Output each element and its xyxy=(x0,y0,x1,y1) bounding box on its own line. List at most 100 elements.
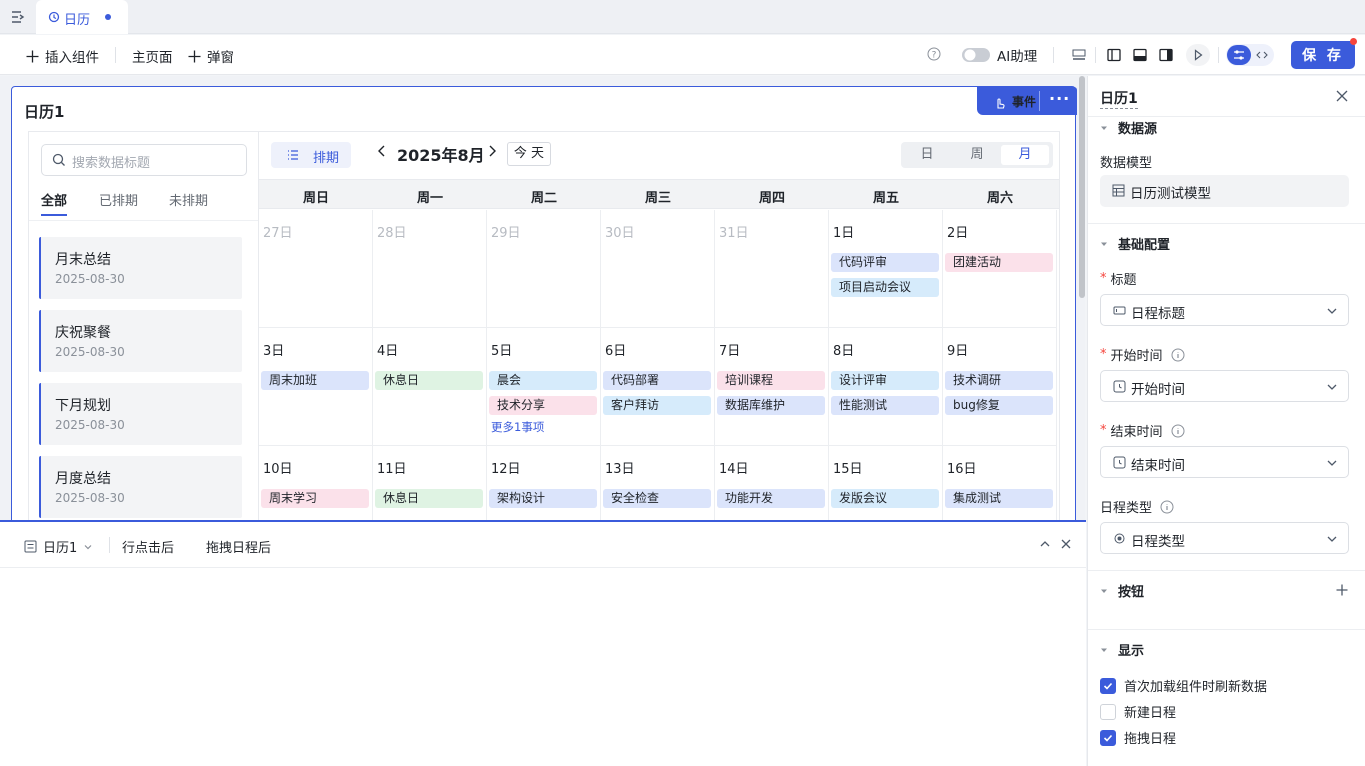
display-option-checkbox[interactable]: 新建日程 xyxy=(1100,702,1176,721)
calendar-event[interactable]: 培训课程 xyxy=(717,371,825,390)
insert-component-button[interactable]: 插入组件 xyxy=(26,46,99,66)
prev-month-button[interactable] xyxy=(377,144,387,158)
day-cell[interactable]: 28日 xyxy=(373,210,487,328)
collapse-icon[interactable] xyxy=(1039,538,1051,550)
right-panel-icon[interactable] xyxy=(1158,47,1174,63)
day-cell[interactable]: 5日 晨会 技术分享 更多1事项 xyxy=(487,328,601,446)
list-item[interactable]: 下月规划 2025-08-30 xyxy=(39,383,242,445)
calendar-event[interactable]: 代码评审 xyxy=(831,253,939,272)
calendar-event[interactable]: 客户拜访 xyxy=(603,396,711,415)
display-option-checkbox[interactable]: 拖拽日程 xyxy=(1100,728,1176,747)
more-events-link[interactable]: 更多1事项 xyxy=(491,419,544,435)
section-display[interactable]: 显示 xyxy=(1100,640,1144,659)
day-cell[interactable]: 12日 架构设计 xyxy=(487,446,601,520)
today-button[interactable]: 今 天 xyxy=(507,142,551,166)
event-tab-row-click[interactable]: 行点击后 xyxy=(122,537,174,556)
day-cell[interactable]: 3日 周末加班 xyxy=(259,328,373,446)
calendar-event[interactable]: 休息日 xyxy=(375,371,483,390)
layout-icon[interactable] xyxy=(1071,47,1087,63)
day-cell[interactable]: 16日 集成测试 xyxy=(943,446,1057,520)
list-item[interactable]: 月末总结 2025-08-30 xyxy=(39,237,242,299)
calendar-event[interactable]: bug修复 xyxy=(945,396,1053,415)
calendar-event[interactable]: 周末学习 xyxy=(261,489,369,508)
day-cell[interactable]: 2日 团建活动 xyxy=(943,210,1057,328)
title-select[interactable]: 日程标题 xyxy=(1100,294,1349,326)
day-cell[interactable]: 13日 安全检查 xyxy=(601,446,715,520)
filter-tab-scheduled[interactable]: 已排期 xyxy=(99,190,138,209)
day-cell[interactable]: 29日 xyxy=(487,210,601,328)
calendar-widget[interactable]: 日历1 事件 ··· 搜索数据标题 全部 已排期 未排期 月末总结 2025-0… xyxy=(11,86,1077,520)
help-icon[interactable]: ? xyxy=(927,47,943,63)
next-month-button[interactable] xyxy=(487,144,497,158)
event-tab-drag-end[interactable]: 拖拽日程后 xyxy=(206,537,271,556)
day-cell[interactable]: 11日 休息日 xyxy=(373,446,487,520)
view-week-button[interactable]: 周 xyxy=(953,145,1001,165)
calendar-event[interactable]: 代码部署 xyxy=(603,371,711,390)
calendar-event[interactable]: 项目启动会议 xyxy=(831,278,939,297)
filter-tab-all[interactable]: 全部 xyxy=(41,190,67,209)
calendar-event[interactable]: 功能开发 xyxy=(717,489,825,508)
calendar-event[interactable]: 技术调研 xyxy=(945,371,1053,390)
day-cell[interactable]: 6日 代码部署 客户拜访 xyxy=(601,328,715,446)
bottom-panel-icon[interactable] xyxy=(1132,47,1148,63)
display-option-checkbox[interactable]: 首次加载组件时刷新数据 xyxy=(1100,676,1267,695)
day-cell[interactable]: 15日 发版会议 xyxy=(829,446,943,520)
home-page-label: 主页面 xyxy=(132,50,173,66)
day-cell[interactable]: 8日 设计评审 性能测试 xyxy=(829,328,943,446)
calendar-event[interactable]: 休息日 xyxy=(375,489,483,508)
day-cell[interactable]: 4日 休息日 xyxy=(373,328,487,446)
list-item[interactable]: 月度总结 2025-08-30 xyxy=(39,456,242,518)
calendar-event[interactable]: 架构设计 xyxy=(489,489,597,508)
schedule-type-select[interactable]: 日程类型 xyxy=(1100,522,1349,554)
close-icon[interactable] xyxy=(1060,538,1072,550)
component-selector[interactable]: 日历1 xyxy=(24,537,93,556)
section-datasource[interactable]: 数据源 xyxy=(1100,118,1157,137)
calendar-event[interactable]: 晨会 xyxy=(489,371,597,390)
view-switcher: 日 周 月 xyxy=(901,142,1053,168)
home-page-button[interactable]: 主页面 xyxy=(132,46,173,66)
list-item[interactable]: 庆祝聚餐 2025-08-30 xyxy=(39,310,242,372)
day-cell[interactable]: 1日 代码评审 项目启动会议 xyxy=(829,210,943,328)
add-button-icon[interactable] xyxy=(1336,584,1348,596)
calendar-event[interactable]: 团建活动 xyxy=(945,253,1053,272)
mode-switch[interactable] xyxy=(1226,44,1274,66)
calendar-event[interactable]: 设计评审 xyxy=(831,371,939,390)
close-icon[interactable] xyxy=(1336,90,1348,102)
calendar-event[interactable]: 技术分享 xyxy=(489,396,597,415)
filter-tab-unscheduled[interactable]: 未排期 xyxy=(169,190,208,209)
collapse-menu-icon[interactable] xyxy=(10,9,26,25)
ai-assistant-toggle[interactable]: AI助理 xyxy=(961,45,1037,65)
day-cell[interactable]: 30日 xyxy=(601,210,715,328)
save-button[interactable]: 保 存 xyxy=(1291,38,1357,69)
day-cell[interactable]: 9日 技术调研 bug修复 xyxy=(943,328,1057,446)
calendar-event[interactable]: 集成测试 xyxy=(945,489,1053,508)
popup-button[interactable]: 弹窗 xyxy=(188,46,234,66)
left-panel-icon[interactable] xyxy=(1106,47,1122,63)
calendar-event[interactable]: 安全检查 xyxy=(603,489,711,508)
tab-calendar[interactable]: 日历 xyxy=(36,0,128,34)
preview-play-icon[interactable] xyxy=(1186,44,1210,66)
end-time-select[interactable]: 结束时间 xyxy=(1100,446,1349,478)
checkbox-unchecked-icon[interactable] xyxy=(1100,703,1116,720)
section-basic[interactable]: 基础配置 xyxy=(1100,234,1170,253)
calendar-event[interactable]: 发版会议 xyxy=(831,489,939,508)
schedule-button[interactable]: 排期 xyxy=(271,142,351,168)
day-cell[interactable]: 27日 xyxy=(259,210,373,328)
view-month-button[interactable]: 月 xyxy=(1001,145,1049,165)
more-options-button[interactable]: ··· xyxy=(1049,89,1070,108)
section-buttons[interactable]: 按钮 xyxy=(1100,581,1144,600)
canvas-scrollbar[interactable] xyxy=(1079,76,1085,298)
day-cell[interactable]: 31日 xyxy=(715,210,829,328)
day-cell[interactable]: 10日 周末学习 xyxy=(259,446,373,520)
calendar-event[interactable]: 数据库维护 xyxy=(717,396,825,415)
view-day-button[interactable]: 日 xyxy=(903,145,951,165)
checkbox-checked-icon[interactable] xyxy=(1100,729,1116,746)
day-cell[interactable]: 14日 功能开发 xyxy=(715,446,829,520)
calendar-event[interactable]: 周末加班 xyxy=(261,371,369,390)
search-input[interactable]: 搜索数据标题 xyxy=(41,144,247,176)
start-time-select[interactable]: 开始时间 xyxy=(1100,370,1349,402)
data-model-field[interactable]: 日历测试模型 xyxy=(1100,175,1349,207)
calendar-event[interactable]: 性能测试 xyxy=(831,396,939,415)
checkbox-checked-icon[interactable] xyxy=(1100,677,1116,694)
day-cell[interactable]: 7日 培训课程 数据库维护 xyxy=(715,328,829,446)
